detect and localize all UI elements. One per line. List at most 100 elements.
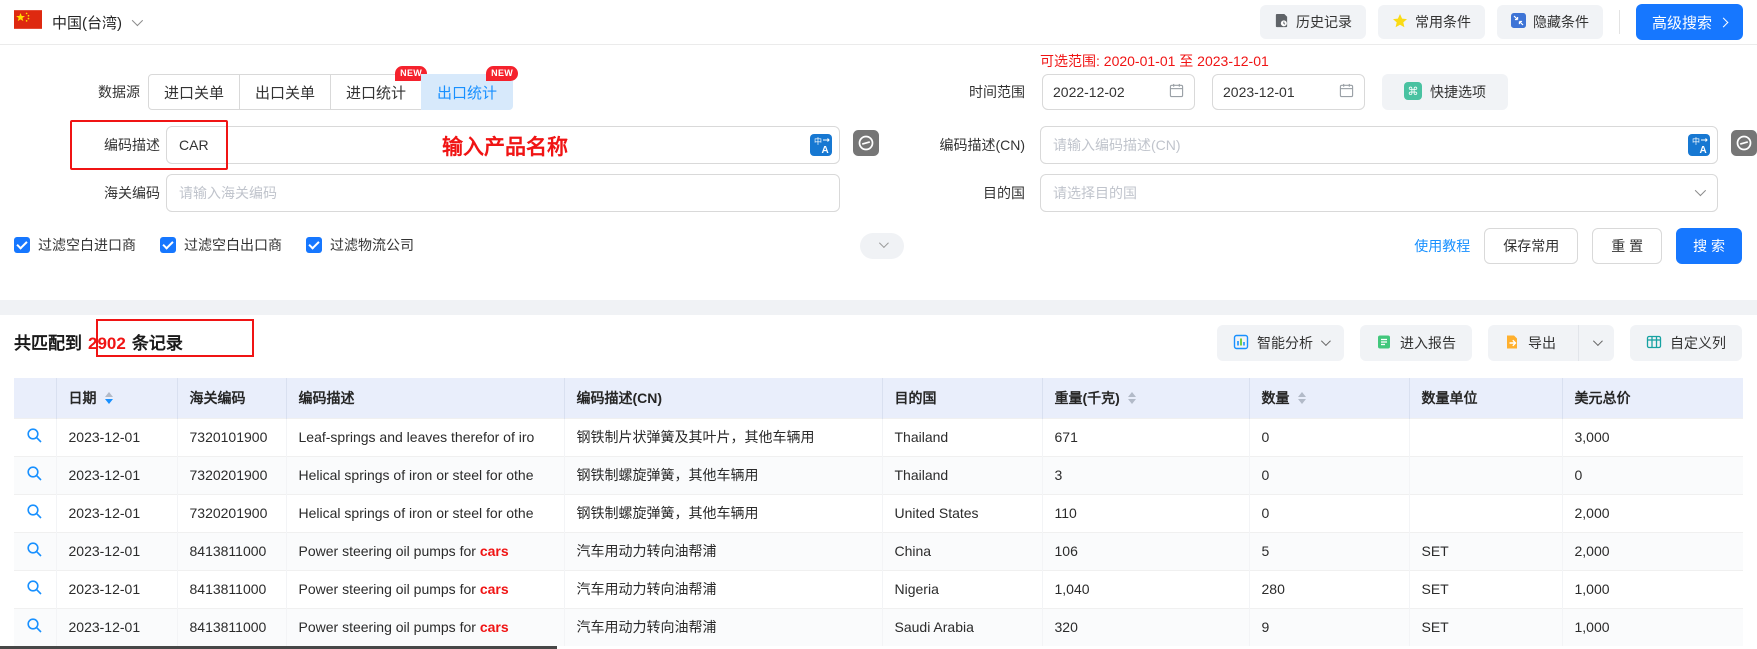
row-detail-button[interactable]	[14, 493, 57, 532]
desc-cn-row: 编码描述(CN) 中A	[935, 126, 1757, 164]
col-country: 目的国	[882, 378, 1043, 418]
export-button[interactable]: 导出	[1488, 325, 1570, 361]
sort-qty-control[interactable]	[1297, 391, 1306, 404]
cell-country: United States	[882, 493, 1043, 532]
hs-code-input-wrap	[166, 174, 840, 212]
time-range-row: 时间范围 2022-12-02 2023-12-01 ⌘ 快捷选项	[968, 74, 1508, 110]
sort-weight-control[interactable]	[1127, 391, 1136, 404]
favorites-button[interactable]: 常用条件	[1377, 5, 1485, 39]
table-row: 2023-12-01 8413811000 Power steering oil…	[14, 607, 1743, 646]
summary-prefix: 共匹配到	[14, 334, 82, 353]
cell-unit	[1409, 493, 1563, 532]
results-summary: 共匹配到 2902 条记录	[14, 329, 183, 354]
export-options-button[interactable]	[1578, 325, 1614, 361]
end-date-picker[interactable]: 2023-12-01	[1212, 74, 1365, 110]
checkbox-filter-blank-exporter[interactable]: 过滤空白出口商	[160, 235, 282, 255]
filter-panel: 可选范围: 2020-01-01 至 2023-12-01 数据源 进口关单 出…	[0, 45, 1757, 300]
topbar-actions: 历史记录 常用条件 隐藏条件 高级搜索	[1259, 4, 1743, 40]
row-detail-button[interactable]	[14, 531, 57, 570]
col-hs-code: 海关编码	[177, 378, 287, 418]
cell-date: 2023-12-01	[56, 493, 178, 532]
datasource-row: 数据源 进口关单 出口关单 进口统计 NEW 出口统计 NEW	[14, 66, 519, 110]
table-header-row: 日期 海关编码 编码描述 编码描述(CN) 目的国 重量(千克) 数量 数量单位…	[14, 378, 1743, 418]
customize-columns-button[interactable]: 自定义列	[1630, 325, 1742, 361]
cell-weight: 3	[1042, 455, 1250, 494]
advanced-search-button[interactable]: 高级搜索	[1635, 4, 1743, 40]
cell-weight: 671	[1042, 417, 1250, 456]
sort-desc-icon	[1297, 398, 1306, 404]
col-total: 美元总价	[1562, 378, 1743, 418]
tab-import-declarations[interactable]: 进口关单	[148, 74, 241, 110]
cell-date: 2023-12-01	[56, 607, 178, 646]
cell-date: 2023-12-01	[56, 569, 178, 608]
exclude-filter-icon[interactable]	[853, 130, 879, 164]
command-icon: ⌘	[1404, 81, 1422, 103]
svg-text:A: A	[822, 145, 829, 156]
tab-export-declarations[interactable]: 出口关单	[239, 74, 332, 110]
cell-desc: Helical springs of iron or steel for oth…	[286, 493, 565, 532]
row-detail-button[interactable]	[14, 607, 57, 646]
history-button[interactable]: 历史记录	[1259, 5, 1366, 39]
region-label: 中国(台湾)	[52, 14, 122, 32]
cell-desc-cn: 钢铁制螺旋弹簧，其他车辆用	[564, 455, 883, 494]
row-detail-button[interactable]	[14, 417, 57, 456]
row-detail-button[interactable]	[14, 569, 57, 608]
search-button[interactable]: 搜 索	[1676, 228, 1742, 264]
cell-total: 2,000	[1562, 493, 1743, 532]
checked-checkbox-icon	[14, 237, 30, 253]
checkbox-filter-logistics[interactable]: 过滤物流公司	[306, 235, 414, 255]
trade-data-search-page: 中国(台湾) 历史记录 常用条件 隐藏条件 高级搜索 可选范围: 2020-01…	[0, 0, 1757, 649]
checkbox-filter-blank-importer[interactable]: 过滤空白进口商	[14, 235, 136, 255]
start-date-picker[interactable]: 2022-12-02	[1042, 74, 1195, 110]
svg-text:⌘: ⌘	[1408, 86, 1419, 98]
quick-options-button[interactable]: ⌘ 快捷选项	[1382, 74, 1508, 110]
desc-cn-input[interactable]	[1040, 126, 1718, 164]
hs-code-input[interactable]	[166, 174, 840, 212]
divider	[1618, 10, 1620, 34]
svg-text:A: A	[1700, 145, 1707, 156]
sort-desc-icon	[104, 398, 113, 404]
translate-icon[interactable]: 中A	[1688, 134, 1710, 161]
cell-qty: 0	[1249, 493, 1410, 532]
results-count: 2902	[88, 334, 126, 353]
cell-unit: SET	[1409, 569, 1563, 608]
desc-label: 编码描述	[104, 137, 160, 153]
row-detail-button[interactable]	[14, 455, 57, 494]
cell-hs-code: 8413811000	[177, 607, 287, 646]
col-desc-cn: 编码描述(CN)	[564, 378, 883, 418]
cell-unit: SET	[1409, 531, 1563, 570]
checked-checkbox-icon	[306, 237, 322, 253]
hide-conditions-button[interactable]: 隐藏条件	[1496, 5, 1603, 39]
collapse-filters-button[interactable]	[860, 233, 904, 259]
desc-input[interactable]	[166, 126, 840, 164]
destination-label: 目的国	[983, 185, 1025, 201]
cell-desc-cn: 钢铁制片状弹簧及其叶片，其他车辆用	[564, 417, 883, 456]
save-conditions-button[interactable]: 保存常用	[1484, 228, 1579, 264]
cell-unit	[1409, 455, 1563, 494]
cell-weight: 106	[1042, 531, 1250, 570]
cell-total: 1,000	[1562, 569, 1743, 608]
columns-icon	[1646, 334, 1662, 353]
results-table-wrap: 日期 海关编码 编码描述 编码描述(CN) 目的国 重量(千克) 数量 数量单位…	[14, 378, 1743, 646]
reset-button[interactable]: 重 置	[1592, 228, 1663, 264]
exclude-filter-icon[interactable]	[1731, 130, 1757, 164]
enter-report-button[interactable]: 进入报告	[1360, 325, 1472, 361]
cell-total: 1,000	[1562, 607, 1743, 646]
destination-select[interactable]: 请选择目的国	[1040, 174, 1718, 212]
tab-import-statistics[interactable]: 进口统计 NEW	[330, 66, 428, 110]
cell-hs-code: 7320201900	[177, 493, 287, 532]
region-selector[interactable]: 中国(台湾)	[14, 10, 144, 34]
star-icon	[1392, 13, 1408, 32]
desc-cn-input-wrap: 中A	[1040, 126, 1718, 164]
translate-icon[interactable]: 中A	[810, 134, 832, 161]
filter-checkboxes: 过滤空白进口商 过滤空白出口商 过滤物流公司	[14, 235, 414, 255]
tutorial-link[interactable]: 使用教程	[1414, 236, 1470, 256]
tab-export-statistics[interactable]: 出口统计 NEW	[421, 66, 519, 110]
cell-hs-code: 8413811000	[177, 531, 287, 570]
cell-desc-cn: 钢铁制螺旋弹簧，其他车辆用	[564, 493, 883, 532]
table-row: 2023-12-01 7320201900 Helical springs of…	[14, 455, 1743, 494]
hs-code-label: 海关编码	[104, 185, 160, 201]
sort-date-control[interactable]	[104, 391, 113, 404]
smart-analysis-button[interactable]: 智能分析	[1217, 325, 1344, 361]
highlighted-keyword: cars	[479, 581, 509, 597]
